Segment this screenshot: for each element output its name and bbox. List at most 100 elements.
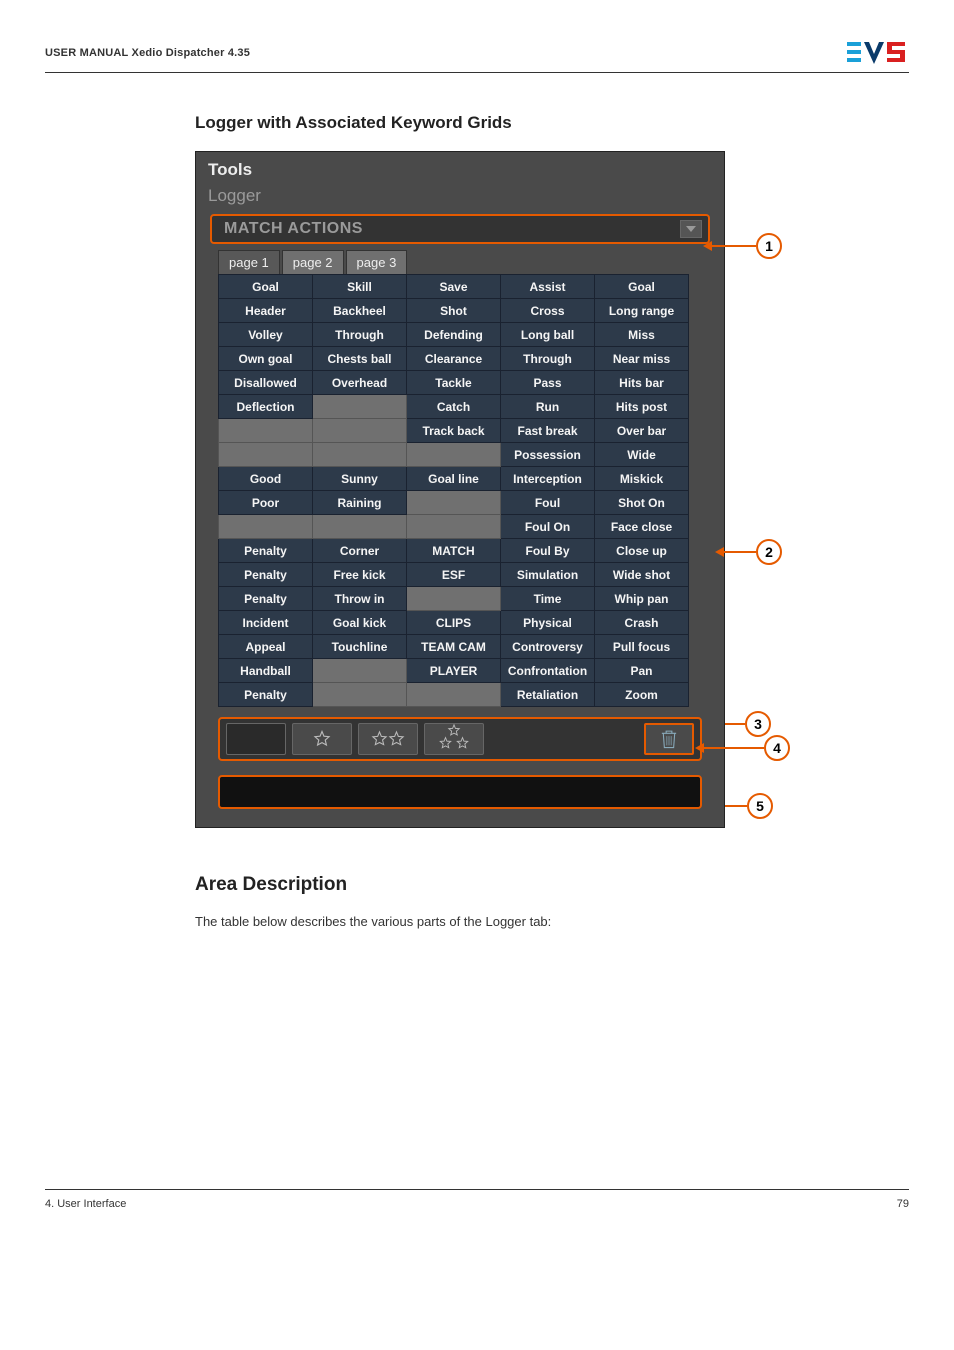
keyword-cell[interactable]: Own goal [219, 347, 313, 371]
keyword-cell[interactable]: Foul [501, 491, 595, 515]
keyword-cell[interactable]: Long ball [501, 323, 595, 347]
keyword-cell[interactable]: Possession [501, 443, 595, 467]
keyword-cell[interactable]: Good [219, 467, 313, 491]
keyword-cell[interactable]: Overhead [313, 371, 407, 395]
keyword-cell[interactable]: Whip pan [595, 587, 689, 611]
keyword-cell[interactable]: Fast break [501, 419, 595, 443]
keyword-cell[interactable]: Shot On [595, 491, 689, 515]
keyword-cell [313, 395, 407, 419]
keyword-cell[interactable]: Miss [595, 323, 689, 347]
keyword-cell[interactable]: Corner [313, 539, 407, 563]
keyword-cell[interactable]: Defending [407, 323, 501, 347]
keyword-cell[interactable]: Cross [501, 299, 595, 323]
keyword-cell[interactable]: MATCH [407, 539, 501, 563]
keyword-cell[interactable]: Deflection [219, 395, 313, 419]
keyword-cell[interactable]: Physical [501, 611, 595, 635]
trash-button[interactable] [644, 723, 694, 755]
keyword-cell[interactable]: Run [501, 395, 595, 419]
keyword-cell[interactable]: Simulation [501, 563, 595, 587]
keyword-cell[interactable]: Volley [219, 323, 313, 347]
keyword-cell[interactable]: Pan [595, 659, 689, 683]
keyword-cell[interactable]: Shot [407, 299, 501, 323]
keyword-cell[interactable]: Crash [595, 611, 689, 635]
keyword-cell[interactable]: Confrontation [501, 659, 595, 683]
page-tab-3[interactable]: page 3 [346, 250, 408, 274]
keyword-cell[interactable]: Chests ball [313, 347, 407, 371]
keyword-cell[interactable]: Through [501, 347, 595, 371]
match-actions-label: MATCH ACTIONS [224, 220, 363, 238]
page-tab-1[interactable]: page 1 [218, 250, 280, 274]
page-tab-2[interactable]: page 2 [282, 250, 344, 274]
keyword-cell[interactable]: Hits post [595, 395, 689, 419]
keyword-cell[interactable]: Near miss [595, 347, 689, 371]
keyword-cell[interactable]: Backheel [313, 299, 407, 323]
keyword-cell[interactable]: PLAYER [407, 659, 501, 683]
keyword-cell[interactable]: Long range [595, 299, 689, 323]
keyword-cell[interactable]: Catch [407, 395, 501, 419]
keyword-cell[interactable]: Through [313, 323, 407, 347]
keyword-cell[interactable]: Penalty [219, 683, 313, 707]
keyword-cell [219, 419, 313, 443]
keyword-cell [313, 515, 407, 539]
keyword-cell[interactable]: Raining [313, 491, 407, 515]
keyword-cell [219, 515, 313, 539]
keyword-cell[interactable]: Penalty [219, 563, 313, 587]
section-title: Logger with Associated Keyword Grids [195, 113, 849, 133]
keyword-grid-selector[interactable]: MATCH ACTIONS [210, 214, 710, 244]
keyword-cell[interactable]: Goal [595, 275, 689, 299]
keyword-cell [407, 491, 501, 515]
keyword-cell[interactable]: ESF [407, 563, 501, 587]
keyword-cell[interactable]: Foul By [501, 539, 595, 563]
keyword-cell[interactable]: Retaliation [501, 683, 595, 707]
keyword-cell[interactable]: CLIPS [407, 611, 501, 635]
keyword-cell[interactable]: Interception [501, 467, 595, 491]
keyword-cell[interactable]: Time [501, 587, 595, 611]
keyword-cell [407, 683, 501, 707]
keyword-cell[interactable]: Wide [595, 443, 689, 467]
keyword-cell[interactable]: Wide shot [595, 563, 689, 587]
tools-title: Tools [196, 152, 724, 184]
keyword-cell[interactable]: Track back [407, 419, 501, 443]
dropdown-icon[interactable] [680, 220, 702, 238]
keyword-cell[interactable]: Save [407, 275, 501, 299]
color-swatch-button[interactable] [226, 723, 286, 755]
keyword-cell[interactable]: Assist [501, 275, 595, 299]
keyword-cell[interactable]: Handball [219, 659, 313, 683]
keyword-cell[interactable]: Incident [219, 611, 313, 635]
keyword-cell[interactable]: Header [219, 299, 313, 323]
keyword-cell[interactable]: Goal [219, 275, 313, 299]
keyword-cell[interactable]: Tackle [407, 371, 501, 395]
keyword-cell[interactable]: Penalty [219, 587, 313, 611]
keyword-cell[interactable]: Goal kick [313, 611, 407, 635]
keyword-cell[interactable]: Poor [219, 491, 313, 515]
keyword-cell[interactable]: Goal line [407, 467, 501, 491]
keyword-cell[interactable]: Sunny [313, 467, 407, 491]
keyword-cell[interactable]: Throw in [313, 587, 407, 611]
keyword-cell[interactable]: Miskick [595, 467, 689, 491]
keyword-cell[interactable]: Hits bar [595, 371, 689, 395]
area-description-text: The table below describes the various pa… [195, 914, 849, 929]
keyword-cell[interactable]: Penalty [219, 539, 313, 563]
keyword-cell [407, 515, 501, 539]
keyword-cell[interactable]: Close up [595, 539, 689, 563]
keyword-cell[interactable]: Over bar [595, 419, 689, 443]
one-star-button[interactable] [292, 723, 352, 755]
keyword-cell[interactable]: Touchline [313, 635, 407, 659]
keyword-input[interactable] [218, 775, 702, 809]
keyword-grid: GoalSkillSaveAssistGoalHeaderBackheelSho… [218, 274, 689, 707]
three-star-button[interactable] [424, 723, 484, 755]
keyword-cell[interactable]: Skill [313, 275, 407, 299]
keyword-cell [407, 587, 501, 611]
two-star-button[interactable] [358, 723, 418, 755]
keyword-cell[interactable]: Controversy [501, 635, 595, 659]
keyword-cell[interactable]: Pull focus [595, 635, 689, 659]
keyword-cell[interactable]: Zoom [595, 683, 689, 707]
keyword-cell[interactable]: Free kick [313, 563, 407, 587]
keyword-cell[interactable]: TEAM CAM [407, 635, 501, 659]
keyword-cell[interactable]: Appeal [219, 635, 313, 659]
keyword-cell[interactable]: Foul On [501, 515, 595, 539]
keyword-cell[interactable]: Face close [595, 515, 689, 539]
keyword-cell[interactable]: Clearance [407, 347, 501, 371]
keyword-cell[interactable]: Disallowed [219, 371, 313, 395]
keyword-cell[interactable]: Pass [501, 371, 595, 395]
